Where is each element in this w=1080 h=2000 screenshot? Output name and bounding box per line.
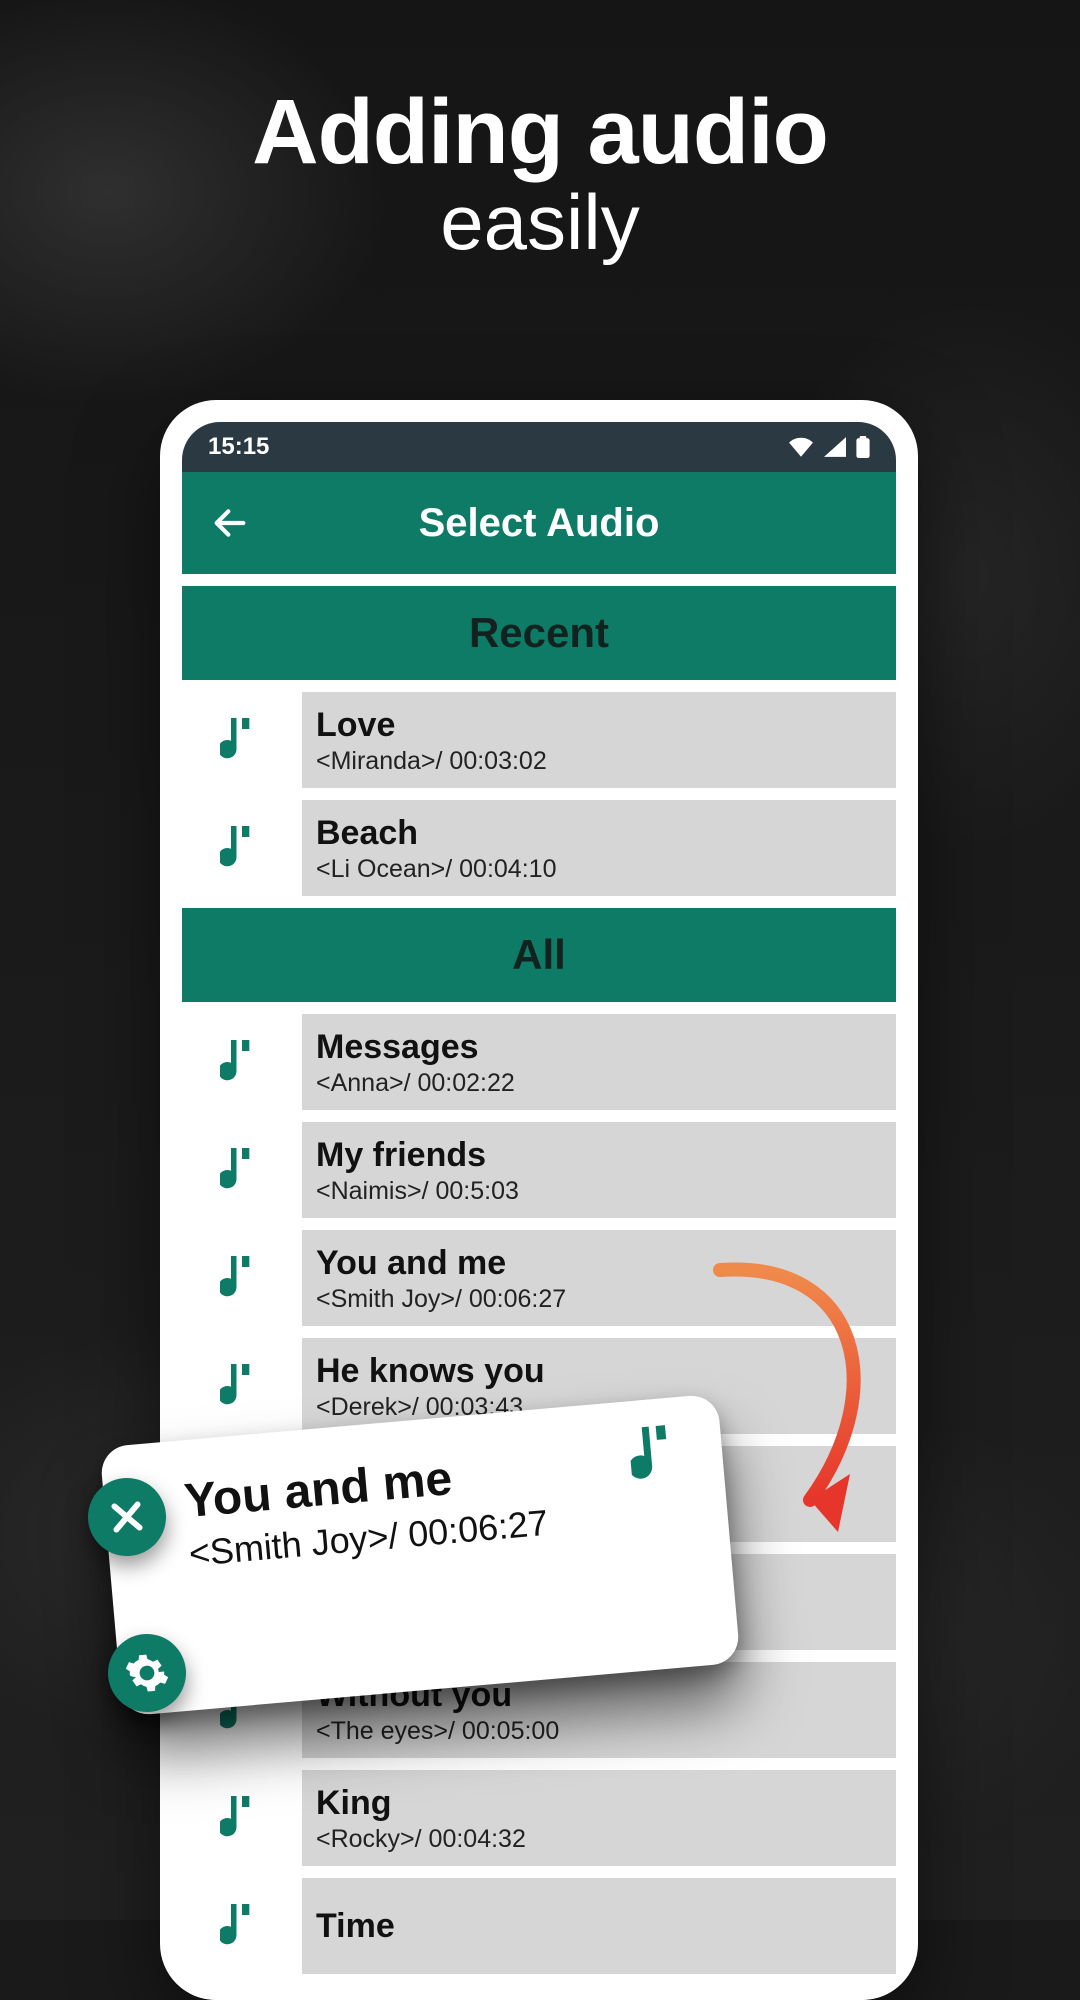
recent-list: Love <Miranda>/ 00:03:02 Beach <Li Ocean…: [182, 692, 896, 896]
music-icon: [627, 1419, 689, 1495]
app-title: Select Audio: [182, 501, 896, 546]
status-bar: 15:15: [182, 422, 896, 472]
callout-arrow: [700, 1250, 900, 1550]
back-button[interactable]: [210, 503, 250, 543]
audio-title: Beach: [316, 814, 882, 853]
audio-row[interactable]: My friends<Naimis>/ 00:5:03: [182, 1122, 896, 1218]
audio-sub: <Naimis>/ 00:5:03: [316, 1177, 882, 1206]
music-icon: [182, 1144, 302, 1196]
battery-icon: [856, 436, 870, 458]
audio-row[interactable]: Time: [182, 1878, 896, 1974]
music-icon: [182, 1900, 302, 1952]
audio-row[interactable]: King<Rocky>/ 00:04:32: [182, 1770, 896, 1866]
audio-title: My friends: [316, 1136, 882, 1175]
audio-row[interactable]: Beach <Li Ocean>/ 00:04:10: [182, 800, 896, 896]
audio-sub: <Miranda>/ 00:03:02: [316, 747, 882, 776]
app-bar: Select Audio: [182, 472, 896, 574]
audio-title: Love: [316, 706, 882, 745]
music-icon: [182, 1360, 302, 1412]
selected-audio-card[interactable]: You and me <Smith Joy>/ 00:06:27: [99, 1393, 740, 1716]
music-icon: [182, 1252, 302, 1304]
section-all[interactable]: All: [182, 908, 896, 1002]
status-time: 15:15: [208, 433, 269, 461]
music-icon: [182, 1036, 302, 1088]
audio-sub: <The eyes>/ 00:05:00: [316, 1717, 882, 1746]
audio-sub: <Rocky>/ 00:04:32: [316, 1825, 882, 1854]
gear-icon: [123, 1649, 171, 1697]
music-icon: [182, 714, 302, 766]
audio-sub: <Li Ocean>/ 00:04:10: [316, 855, 882, 884]
arrow-left-icon: [210, 503, 250, 543]
music-icon: [182, 1792, 302, 1844]
audio-sub: <Anna>/ 00:02:22: [316, 1069, 882, 1098]
phone-frame: 15:15 Select Audio Recent Love: [160, 400, 918, 2000]
screen: 15:15 Select Audio Recent Love: [182, 422, 896, 2000]
audio-title: Time: [316, 1907, 882, 1946]
wifi-icon: [788, 437, 814, 457]
signal-icon: [824, 437, 846, 457]
audio-title: King: [316, 1784, 882, 1823]
audio-row[interactable]: Messages<Anna>/ 00:02:22: [182, 1014, 896, 1110]
hero-title: Adding audio easily: [0, 80, 1080, 268]
audio-title: Messages: [316, 1028, 882, 1067]
hero-line2: easily: [0, 177, 1080, 268]
section-recent-label: Recent: [469, 609, 609, 657]
section-recent[interactable]: Recent: [182, 586, 896, 680]
status-icons: [788, 436, 870, 458]
audio-row[interactable]: Love <Miranda>/ 00:03:02: [182, 692, 896, 788]
close-icon: [105, 1495, 148, 1538]
hero-line1: Adding audio: [0, 80, 1080, 185]
section-all-label: All: [512, 931, 566, 979]
music-icon: [182, 822, 302, 874]
